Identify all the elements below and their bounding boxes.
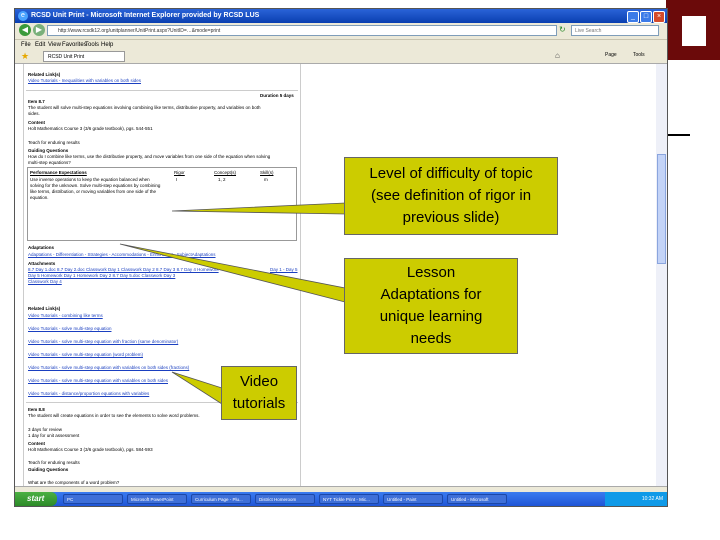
video-callout: Video tutorials	[221, 366, 297, 420]
menu-view[interactable]: View	[48, 40, 61, 50]
adaptations-heading: Adaptations	[28, 245, 55, 250]
taskbar-item[interactable]: Untitled - Microsoft	[447, 494, 507, 504]
table-header-rigor: Rigor	[174, 170, 185, 175]
taskbar: start PC Microsoft PowerPoint Curriculum…	[15, 492, 667, 506]
guiding-questions-text-cont: multi-step equations?	[28, 160, 71, 165]
tab-unit-print[interactable]: RCSD Unit Print	[43, 51, 125, 62]
rigor-callout: Level of difficulty of topic (see defini…	[344, 157, 558, 235]
table-cell-rigor: I	[176, 177, 178, 182]
table-header-skills: Skill(s)	[260, 170, 274, 175]
taskbar-item[interactable]: PC	[63, 494, 123, 504]
menu-bar: File Edit View Favorites Tools Help	[15, 40, 667, 50]
content-text: Holt Mathematics Course 3 (3/6 grade tex…	[28, 447, 153, 452]
taskbar-item[interactable]: NYT Tickle Print - Mic...	[319, 494, 379, 504]
video-link[interactable]: Video Tutorials - solve multi-step equat…	[28, 352, 143, 358]
callout-line: Video	[239, 373, 279, 390]
unit-print-page: Related Link(s) Video Tutorials - Inequa…	[23, 64, 301, 486]
callout-line: previous slide)	[402, 209, 500, 226]
teach-text: Teach for enduring results	[28, 460, 80, 465]
table-cell-concepts: 1, 2	[218, 177, 226, 182]
browser-window: e RCSD Unit Print - Microsoft Internet E…	[14, 8, 668, 507]
forward-icon[interactable]: ▶	[33, 24, 45, 36]
start-button[interactable]: start	[15, 492, 57, 506]
related-links-heading: Related Link(s)	[28, 306, 61, 311]
callout-line: unique learning	[379, 308, 483, 325]
video-link[interactable]: Video Tutorials - combining like terms	[28, 313, 103, 319]
page-menu[interactable]: Page	[605, 52, 617, 58]
system-tray: 10:32 AM	[605, 492, 667, 506]
video-link[interactable]: Video Tutorials - solve multi-step equat…	[28, 378, 168, 384]
table-cell-skills: m	[264, 177, 268, 182]
video-link[interactable]: Video Tutorials - solve multi-step equat…	[28, 365, 189, 371]
vertical-scrollbar[interactable]	[656, 64, 667, 486]
divider	[26, 90, 298, 91]
tools-menu[interactable]: Tools	[633, 52, 645, 58]
teach-text: Teach for enduring results	[28, 140, 80, 145]
callout-line: tutorials	[232, 395, 286, 412]
menu-help[interactable]: Help	[101, 40, 113, 50]
taskbar-item[interactable]: Microsoft PowerPoint	[127, 494, 187, 504]
callout-line: (see definition of rigor in	[370, 187, 532, 204]
callout-line: Adaptations for	[380, 286, 482, 303]
adaptations-callout: Lesson Adaptations for unique learning n…	[344, 258, 518, 354]
attachment-link-right[interactable]: Day 1 - Day 5	[270, 267, 298, 273]
live-search-input[interactable]: Live Search	[571, 25, 659, 36]
attachment-links[interactable]: Classwork Day 4	[28, 279, 62, 285]
url-input[interactable]: http://www.rcsdk12.org/unitplanner/UnitP…	[47, 25, 557, 36]
adaptations-links[interactable]: Adaptations - Differentiation - Strategi…	[28, 252, 298, 258]
menu-tools[interactable]: Tools	[85, 40, 99, 50]
address-bar: ◀ ▶ http://www.rcsdk12.org/unitplanner/U…	[15, 23, 667, 40]
guiding-questions-heading: Guiding Questions	[28, 467, 69, 472]
attachment-links[interactable]: Day 5 Homework Day 1 Homework Day 2 8.7 …	[28, 273, 258, 279]
menu-file[interactable]: File	[21, 40, 31, 50]
taskbar-item[interactable]: Curriculum Page - Plu...	[191, 494, 251, 504]
item-description: The student will create equations in ord…	[28, 413, 200, 418]
window-title: RCSD Unit Print - Microsoft Internet Exp…	[31, 12, 260, 19]
taskbar-item[interactable]: District Homeroom	[255, 494, 315, 504]
item-detail: 1 day for unit assessment	[28, 433, 80, 438]
related-link[interactable]: Video Tutorials - Inequalities with vari…	[28, 78, 141, 84]
maximize-icon[interactable]: □	[640, 11, 652, 23]
item-description: The student will solve multi-step equati…	[28, 105, 261, 110]
close-icon[interactable]: ×	[653, 11, 665, 23]
table-header-expectations: Performance Expectations	[30, 170, 87, 175]
scrollbar-thumb[interactable]	[657, 154, 666, 264]
home-icon[interactable]: ⌂	[555, 51, 560, 60]
decoration-square-light	[681, 15, 707, 47]
title-bar: e RCSD Unit Print - Microsoft Internet E…	[15, 9, 667, 23]
table-header-concepts: Concept(s)	[214, 170, 237, 175]
menu-edit[interactable]: Edit	[35, 40, 45, 50]
callout-line: Level of difficulty of topic	[369, 165, 533, 182]
back-icon[interactable]: ◀	[19, 24, 31, 36]
content-text: Holt Mathematics Course 3 (3/6 grade tex…	[28, 126, 153, 131]
video-link[interactable]: Video Tutorials - solve multi-step equat…	[28, 339, 178, 345]
minimize-icon[interactable]: _	[627, 11, 639, 23]
tab-bar: ★ RCSD Unit Print ⌂ Page Tools	[15, 50, 667, 64]
page-viewport: Related Link(s) Video Tutorials - Inequa…	[15, 64, 656, 486]
taskbar-item[interactable]: Untitled - Paint	[383, 494, 443, 504]
video-link[interactable]: Video Tutorials - solve multi-step equat…	[28, 326, 111, 332]
callout-line: needs	[410, 330, 452, 347]
decoration-line	[666, 134, 690, 136]
refresh-icon[interactable]: ↻	[559, 25, 566, 34]
table-cell-text: equation.	[30, 195, 49, 200]
favorites-star-icon[interactable]: ★	[21, 51, 29, 62]
callout-line: Lesson	[406, 264, 456, 281]
table-cell-text: like terms, distribution, or moving vari…	[30, 189, 157, 194]
duration-label: Duration 5 days	[260, 93, 294, 98]
video-link[interactable]: Video Tutorials - distance/proportion eq…	[28, 391, 149, 397]
ie-icon: e	[18, 11, 28, 21]
menu-favorites[interactable]: Favorites	[62, 40, 87, 50]
item-description-cont: sides.	[28, 111, 40, 116]
clock: 10:32 AM	[641, 496, 663, 502]
